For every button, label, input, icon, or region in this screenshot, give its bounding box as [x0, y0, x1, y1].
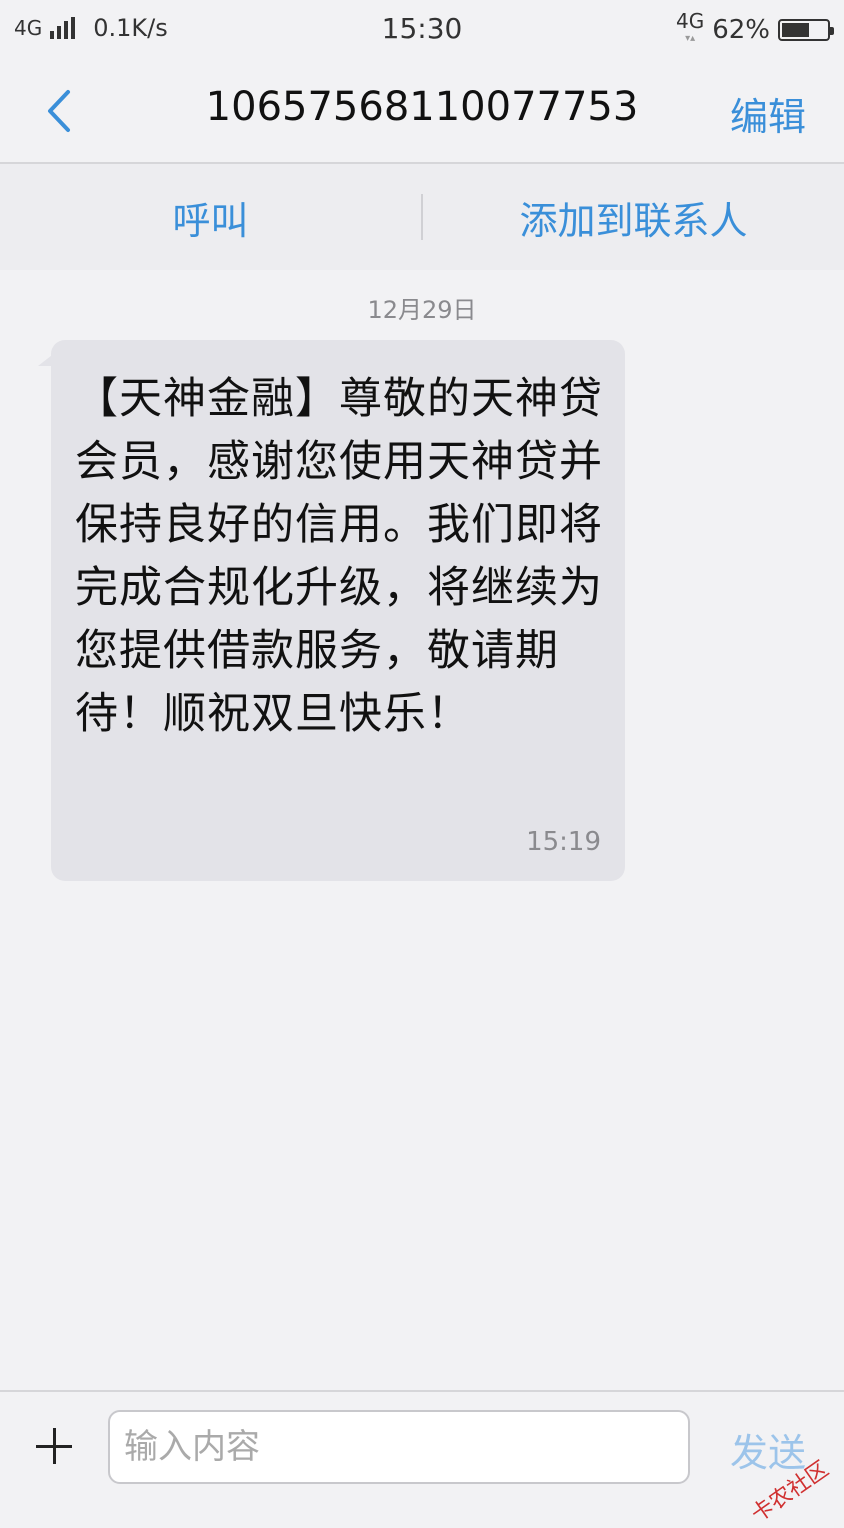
add-attachment-button[interactable]	[36, 1428, 72, 1464]
call-button[interactable]: 呼叫	[0, 164, 421, 270]
status-right: 4G ▾▴ 62%	[675, 9, 834, 48]
battery-icon	[778, 19, 834, 41]
message-input[interactable]	[108, 1410, 690, 1484]
conversation-title: 10657568110077753	[205, 84, 639, 130]
message-date: 12月29日	[367, 296, 477, 324]
contact-action-bar: 呼叫 添加到联系人	[0, 164, 844, 270]
message-bubble[interactable]: 【天神金融】尊敬的天神贷会员，感谢您使用天神贷并保持良好的信用。我们即将完成合规…	[51, 340, 625, 881]
message-text: 【天神金融】尊敬的天神贷会员，感谢您使用天神贷并保持良好的信用。我们即将完成合规…	[75, 374, 603, 739]
data-network-icon: 4G ▾▴	[675, 9, 705, 44]
nav-bar: 10657568110077753 编辑	[0, 58, 844, 164]
battery-percent: 62%	[712, 15, 770, 45]
message-time: 15:19	[526, 827, 601, 857]
edit-button[interactable]: 编辑	[730, 86, 806, 141]
input-bar: 发送 卡农社区	[0, 1390, 844, 1528]
add-contact-button[interactable]: 添加到联系人	[423, 164, 844, 270]
status-bar: 4G 0.1K/s 15:30 4G ▾▴ 62%	[0, 0, 844, 58]
